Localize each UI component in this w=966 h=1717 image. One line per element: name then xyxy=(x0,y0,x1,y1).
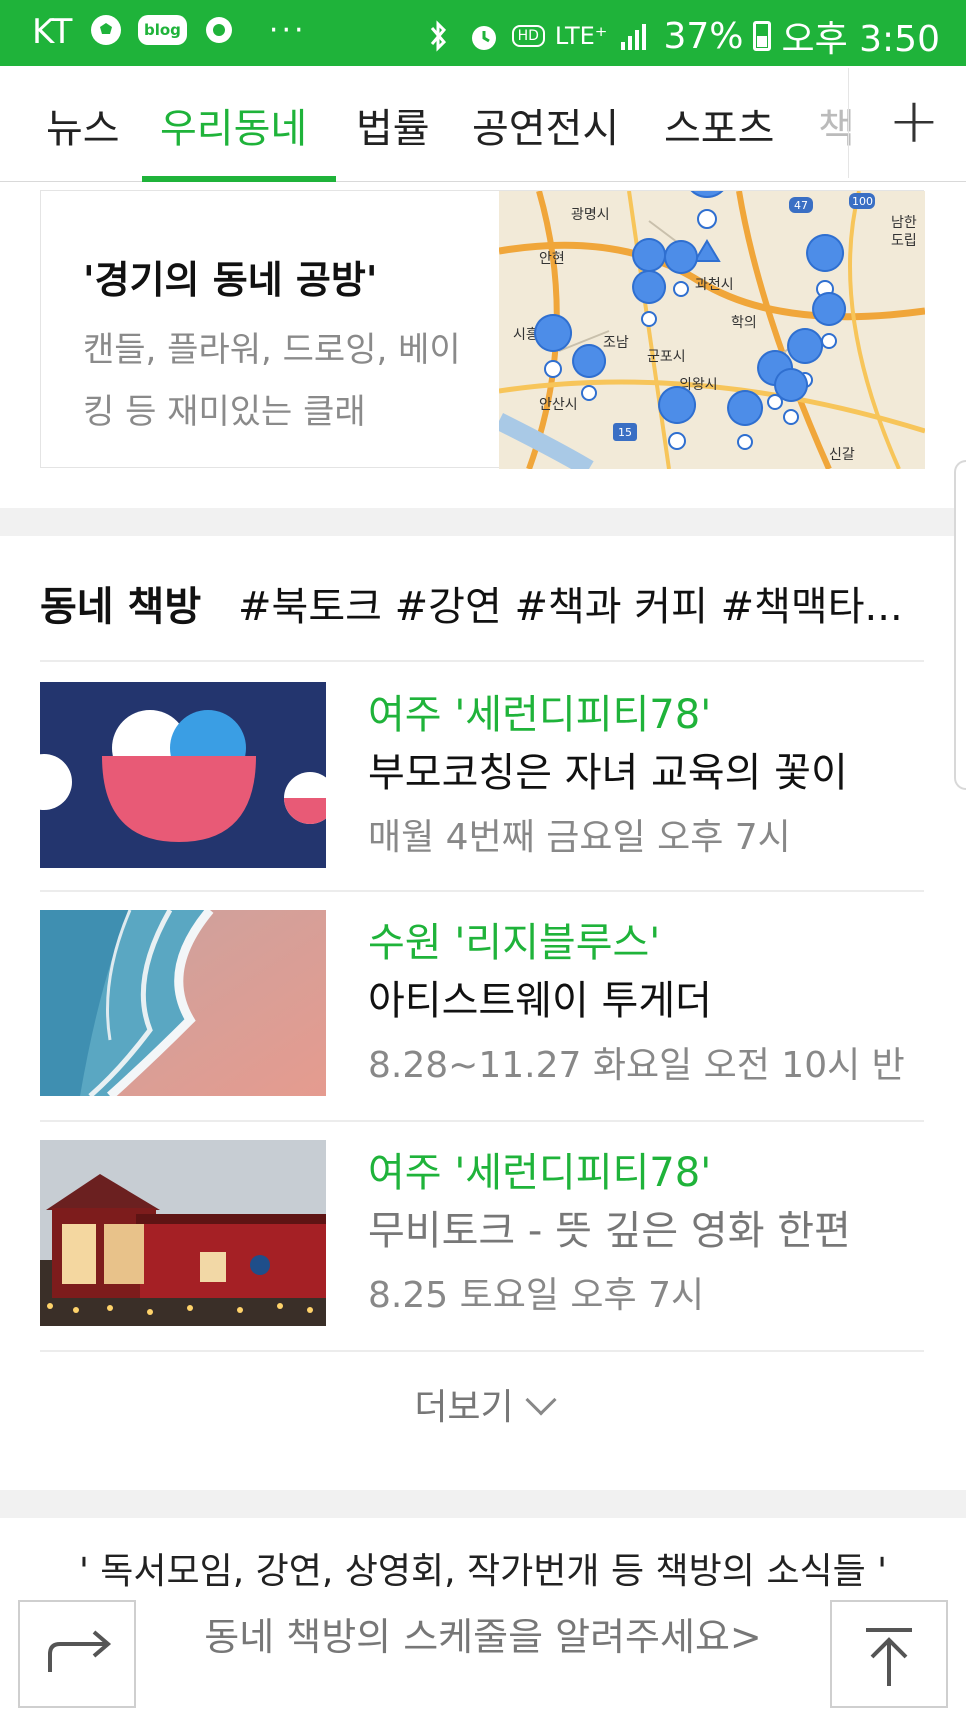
share-button[interactable] xyxy=(18,1600,136,1708)
map-label: 조남 xyxy=(603,335,629,351)
section-tags[interactable]: #북토크 #강연 #책과 커피 #책맥타... xyxy=(238,574,903,632)
soccer-ball-icon xyxy=(91,15,121,45)
event-title: 부모코칭은 자녀 교육의 꽃이 xyxy=(368,750,848,796)
separator xyxy=(40,1120,924,1122)
hd-voice-icon: HD xyxy=(511,25,545,47)
event-time: 8.25 토요일 오후 7시 xyxy=(368,1275,705,1316)
clock: 오후 3:50 xyxy=(781,19,940,60)
workshop-description: 캔들, 플라워, 드로잉, 베이킹 등 재미있는 클래 xyxy=(83,330,461,432)
tab-neighborhood[interactable]: 우리동네 xyxy=(160,96,307,154)
category-tabs: 뉴스 우리동네 법률 공연전시 스포츠 책 + xyxy=(0,66,966,182)
road-number: 47 xyxy=(794,199,808,212)
battery-percent: 37% xyxy=(663,15,744,57)
map-label: 남한 xyxy=(891,215,917,231)
signal-strength-icon xyxy=(621,24,647,50)
event-thumbnail xyxy=(40,1140,326,1326)
chevron-down-icon xyxy=(525,1384,557,1416)
map-label: 도립 xyxy=(891,233,917,249)
carrier-label: KT xyxy=(32,12,73,52)
section-divider xyxy=(0,508,966,536)
tab-law[interactable]: 법률 xyxy=(356,96,430,154)
more-notifications-icon: ··· xyxy=(268,12,307,48)
event-place: 여주 '세런디피티78' xyxy=(368,1150,712,1196)
more-label: 더보기 xyxy=(414,1387,514,1428)
road-number: 15 xyxy=(618,426,632,439)
bluetooth-icon xyxy=(430,20,446,52)
event-item[interactable]: 수원 '리지블루스' 아티스트웨이 투게더 8.28~11.27 화요일 오전 … xyxy=(40,910,924,1100)
map-label: 군포시 xyxy=(647,349,686,365)
map-label: 학의 xyxy=(731,315,757,331)
map-label: 과천시 xyxy=(695,277,734,293)
section-title: 동네 책방 xyxy=(40,584,202,630)
status-bar: KT blog ··· HD LTE⁺ 37% 오후 3:50 xyxy=(0,0,966,66)
scroll-handle[interactable] xyxy=(954,460,966,790)
event-thumbnail xyxy=(40,910,326,1096)
notification-icons: blog ··· xyxy=(88,12,307,48)
tab-news[interactable]: 뉴스 xyxy=(46,96,120,154)
map-label: 광명시 xyxy=(571,207,610,223)
event-place: 수원 '리지블루스' xyxy=(368,920,661,966)
separator xyxy=(40,890,924,892)
lte-icon: LTE⁺ xyxy=(554,22,608,50)
active-tab-indicator xyxy=(142,176,336,182)
more-button[interactable]: 더보기 xyxy=(0,1378,966,1430)
event-title: 무비토크 - 뜻 깊은 영화 한편 xyxy=(368,1208,851,1254)
map-label: 안현 xyxy=(539,251,565,267)
alarm-icon xyxy=(471,26,496,50)
nav-divider xyxy=(848,68,849,178)
event-time: 8.28~11.27 화요일 오전 10시 반 xyxy=(368,1045,905,1086)
share-arrow-icon xyxy=(48,1630,112,1672)
event-place: 여주 '세런디피티78' xyxy=(368,692,712,738)
map-label: 신갈 xyxy=(829,447,855,463)
arrow-up-icon xyxy=(866,1628,912,1686)
event-time: 매월 4번째 금요일 오후 7시 xyxy=(368,817,791,858)
blog-icon: blog xyxy=(138,15,187,45)
system-status: HD LTE⁺ 37% 오후 3:50 xyxy=(420,10,940,62)
tab-books[interactable]: 책 xyxy=(818,96,852,154)
battery-icon xyxy=(753,21,772,51)
add-tab-button[interactable]: + xyxy=(888,84,940,157)
event-item[interactable]: 여주 '세런디피티78' 무비토크 - 뜻 깊은 영화 한편 8.25 토요일 … xyxy=(40,1140,924,1330)
workshop-card[interactable]: '경기의 동네 공방' 캔들, 플라워, 드로잉, 베이킹 등 재미있는 클래 … xyxy=(40,190,925,469)
tab-exhibition[interactable]: 공연전시 xyxy=(472,96,619,154)
promo-link[interactable]: 동네 책방의 스케줄을 알려주세요> xyxy=(0,1606,966,1661)
event-item[interactable]: 여주 '세런디피티78' 부모코칭은 자녀 교육의 꽃이 매월 4번째 금요일 … xyxy=(40,682,924,872)
workshop-title: '경기의 동네 공방' xyxy=(83,258,378,302)
separator xyxy=(40,1350,924,1352)
map-label: 안산시 xyxy=(539,397,578,413)
promo-headline: ' 독서모임, 강연, 상영회, 작가번개 등 책방의 소식들 ' xyxy=(78,1551,888,1592)
camera-settings-icon xyxy=(205,17,232,43)
section-divider xyxy=(0,1490,966,1518)
map-image: 광명시 안현 과천시 시흥시 군포시 의왕시 안산시 남한 도립 학의 조남 신… xyxy=(499,191,925,469)
workshop-map: 광명시 안현 과천시 시흥시 군포시 의왕시 안산시 남한 도립 학의 조남 신… xyxy=(499,191,925,469)
scroll-top-button[interactable] xyxy=(830,1600,948,1708)
event-title: 아티스트웨이 투게더 xyxy=(368,978,712,1024)
tab-sports[interactable]: 스포츠 xyxy=(664,96,774,154)
event-thumbnail xyxy=(40,682,326,868)
separator xyxy=(40,660,924,662)
road-number: 100 xyxy=(852,195,873,208)
